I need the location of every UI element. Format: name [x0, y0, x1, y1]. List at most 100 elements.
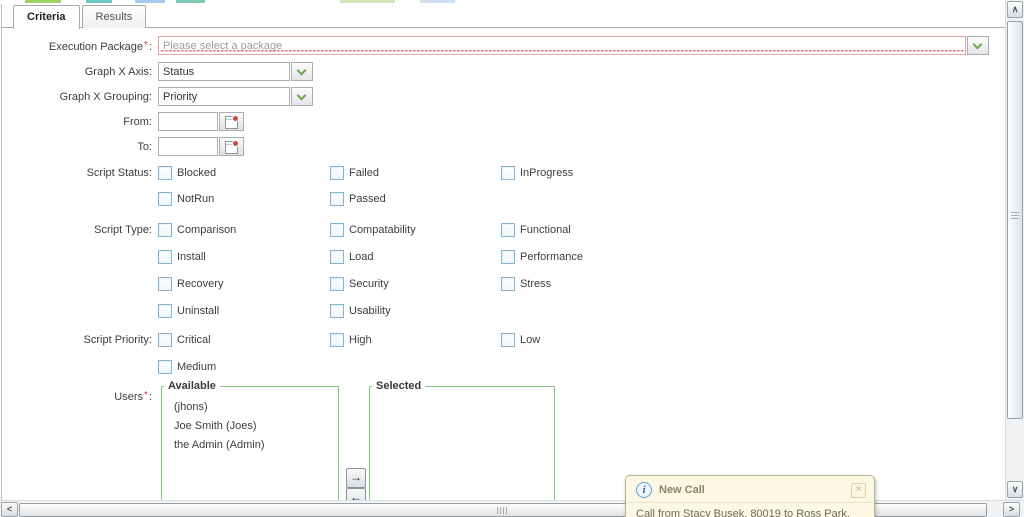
- checkbox[interactable]: [158, 250, 172, 264]
- checkbox-option-failed[interactable]: Failed: [330, 166, 501, 180]
- graph-x-grouping-combo: [158, 87, 313, 106]
- checkbox[interactable]: [158, 304, 172, 318]
- checkbox-label: High: [349, 333, 372, 347]
- checkbox-option-recovery[interactable]: Recovery: [158, 277, 330, 291]
- checkbox-option-low[interactable]: Low: [501, 333, 721, 347]
- vertical-scrollbar-thumb[interactable]: [1007, 21, 1023, 419]
- user-list-item[interactable]: the Admin (Admin): [174, 436, 338, 455]
- checkbox[interactable]: [330, 166, 344, 180]
- calendar-icon: [225, 141, 238, 154]
- checkbox-option-performance[interactable]: Performance: [501, 250, 721, 264]
- checkbox-option-compatability[interactable]: Compatability: [330, 223, 501, 237]
- checkbox-label: Functional: [520, 223, 571, 237]
- clipped-content-fragment: [176, 0, 205, 3]
- checkbox-option-comparison[interactable]: Comparison: [158, 223, 330, 237]
- checkbox[interactable]: [158, 333, 172, 347]
- calendar-icon: [225, 116, 238, 129]
- scroll-left-icon: <: [7, 504, 12, 514]
- checkbox[interactable]: [330, 223, 344, 237]
- vertical-scrollbar[interactable]: ∧ ∨: [1005, 0, 1024, 500]
- checkbox[interactable]: [158, 360, 172, 374]
- scrollbar-grip: [1011, 212, 1019, 220]
- checkbox[interactable]: [330, 277, 344, 291]
- tab-criteria[interactable]: Criteria: [13, 5, 80, 29]
- checkbox-label: Blocked: [177, 166, 216, 180]
- checkbox-option-passed[interactable]: Passed: [330, 192, 501, 206]
- notification-message[interactable]: Call from Stacy Busek, 80019 to Ross Par…: [626, 502, 874, 517]
- checkbox-option-high[interactable]: High: [330, 333, 501, 347]
- graph-x-axis-input[interactable]: [158, 62, 290, 81]
- graph-x-grouping-input[interactable]: [158, 87, 290, 106]
- move-left-button[interactable]: ←: [346, 488, 366, 500]
- scroll-left-button[interactable]: <: [1, 502, 18, 517]
- execution-package-dropdown-button[interactable]: [967, 36, 989, 55]
- scroll-down-button[interactable]: ∨: [1007, 481, 1023, 498]
- checkbox-label: Compatability: [349, 223, 416, 237]
- date-from-input[interactable]: [158, 112, 218, 131]
- checkbox[interactable]: [158, 192, 172, 206]
- checkbox-option-functional[interactable]: Functional: [501, 223, 721, 237]
- available-legend: Available: [164, 380, 220, 392]
- required-mark: *: [144, 40, 148, 51]
- checkbox-label: Security: [349, 277, 389, 291]
- scroll-up-icon: ∧: [1012, 4, 1019, 14]
- scroll-right-button[interactable]: >: [1003, 502, 1020, 517]
- graph-x-axis-label: Graph X Axis:: [2, 66, 152, 78]
- checkbox-label: Load: [349, 250, 373, 264]
- checkbox[interactable]: [501, 166, 515, 180]
- date-to-picker: [158, 137, 244, 156]
- criteria-form: Execution Package*: Graph X Axis: Graph …: [2, 28, 1005, 500]
- date-from-calendar-button[interactable]: [219, 112, 244, 131]
- move-right-button[interactable]: →: [346, 468, 366, 488]
- tab-results[interactable]: Results: [82, 5, 147, 28]
- checkbox[interactable]: [501, 250, 515, 264]
- checkbox-option-stress[interactable]: Stress: [501, 277, 721, 291]
- checkbox-option-install[interactable]: Install: [158, 250, 330, 264]
- checkbox-label: Failed: [349, 166, 379, 180]
- graph-x-axis-dropdown-button[interactable]: [291, 62, 313, 81]
- user-list-item[interactable]: Joe Smith (Joes): [174, 417, 338, 436]
- date-to-input[interactable]: [158, 137, 218, 156]
- notification-header: i New Call ×: [626, 476, 874, 502]
- checkbox-option-medium[interactable]: Medium: [158, 360, 330, 374]
- checkbox[interactable]: [330, 333, 344, 347]
- clipped-content-fragment: [25, 0, 61, 3]
- selected-users-fieldset: Selected: [369, 380, 555, 500]
- checkbox[interactable]: [501, 277, 515, 291]
- checkbox-option-load[interactable]: Load: [330, 250, 501, 264]
- checkbox-option-security[interactable]: Security: [330, 277, 501, 291]
- available-users-list: (jhons) Joe Smith (Joes) the Admin (Admi…: [162, 392, 338, 455]
- script-priority-group: Critical High Low Medium: [158, 333, 721, 374]
- checkbox-option-blocked[interactable]: Blocked: [158, 166, 330, 180]
- checkbox[interactable]: [330, 304, 344, 318]
- arrow-left-icon: ←: [350, 490, 362, 500]
- checkbox[interactable]: [501, 333, 515, 347]
- checkbox-label: Passed: [349, 192, 386, 206]
- checkbox-label: Critical: [177, 333, 211, 347]
- date-to-calendar-button[interactable]: [219, 137, 244, 156]
- new-call-notification: i New Call × Call from Stacy Busek, 8001…: [625, 475, 875, 517]
- script-type-group: Comparison Compatability Functional Inst…: [158, 223, 721, 318]
- checkbox-option-critical[interactable]: Critical: [158, 333, 330, 347]
- execution-package-label: Execution Package*:: [2, 40, 152, 53]
- user-list-item[interactable]: (jhons): [174, 398, 338, 417]
- checkbox[interactable]: [501, 223, 515, 237]
- notification-close-button[interactable]: ×: [851, 483, 866, 498]
- clipped-content-fragment: [420, 0, 455, 3]
- checkbox[interactable]: [158, 223, 172, 237]
- checkbox-option-inprogress[interactable]: InProgress: [501, 166, 721, 180]
- graph-x-axis-combo: [158, 62, 313, 81]
- checkbox-label: Low: [520, 333, 540, 347]
- required-mark: *: [144, 390, 148, 401]
- scroll-up-button[interactable]: ∧: [1007, 1, 1023, 18]
- checkbox-option-usability[interactable]: Usability: [330, 304, 501, 318]
- checkbox-option-notrun[interactable]: NotRun: [158, 192, 330, 206]
- checkbox[interactable]: [158, 166, 172, 180]
- checkbox-option-uninstall[interactable]: Uninstall: [158, 304, 330, 318]
- checkbox[interactable]: [330, 192, 344, 206]
- checkbox[interactable]: [330, 250, 344, 264]
- graph-x-grouping-dropdown-button[interactable]: [291, 87, 313, 106]
- users-label: Users*:: [2, 390, 152, 403]
- selected-users-list: [370, 392, 554, 398]
- checkbox[interactable]: [158, 277, 172, 291]
